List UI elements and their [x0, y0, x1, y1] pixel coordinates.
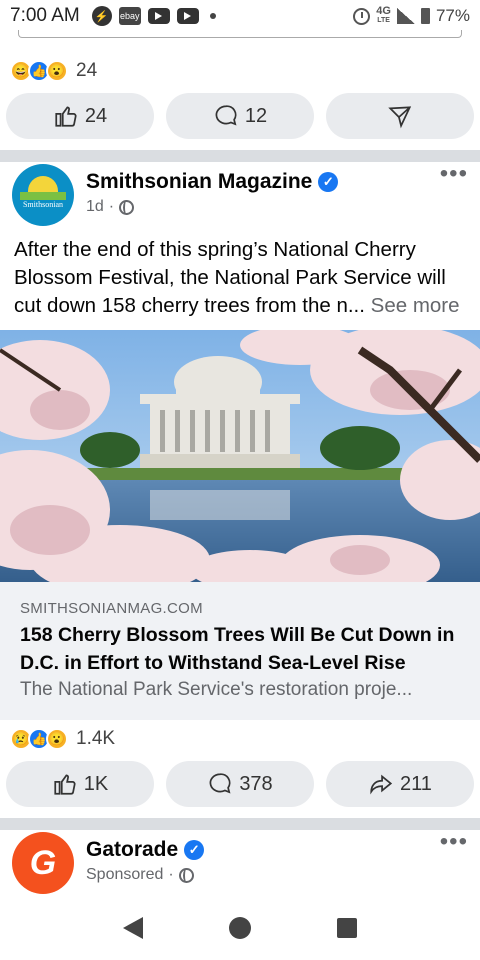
- network-sub-label: LTE: [377, 17, 390, 24]
- page-name[interactable]: Gatorade: [86, 838, 178, 862]
- youtube-icon: [147, 8, 170, 24]
- logo-ground: [20, 192, 66, 200]
- meta-separator: ·: [168, 866, 174, 883]
- reaction-summary[interactable]: 😢 👍 😮 1.4K: [10, 728, 115, 750]
- wow-reaction-icon: 😮: [46, 60, 68, 82]
- post-ellipsis: ...: [347, 294, 365, 317]
- comment-icon: [209, 773, 231, 794]
- like-button[interactable]: 24: [6, 93, 154, 139]
- more-icon[interactable]: •••: [440, 830, 468, 854]
- meta-separator: ·: [108, 198, 115, 215]
- action-row: 24 12: [6, 93, 474, 139]
- share-icon: [370, 774, 393, 795]
- messenger-icon: ⚡: [91, 6, 112, 26]
- send-icon: [388, 106, 412, 129]
- comment-count: 12: [244, 104, 268, 127]
- link-preview[interactable]: SMITHSONIANMAG.COM 158 Cherry Blossom Tr…: [0, 582, 480, 720]
- page-name[interactable]: Smithsonian Magazine: [86, 170, 312, 194]
- reaction-count: 24: [76, 60, 98, 81]
- youtube-icon: [176, 8, 199, 24]
- post-image[interactable]: [0, 330, 480, 582]
- send-button[interactable]: [326, 93, 474, 139]
- like-count: 24: [84, 104, 108, 127]
- cherry-blossom-photo: [0, 330, 480, 582]
- gatorade-logo: G: [29, 843, 57, 882]
- comment-button[interactable]: 12: [166, 93, 314, 139]
- avatar-text: Smithsonian: [22, 200, 63, 209]
- post-divider: [0, 150, 480, 162]
- signal-icon: [396, 8, 415, 24]
- link-domain: SMITHSONIANMAG.COM: [20, 600, 203, 617]
- see-more-link[interactable]: See more: [371, 294, 460, 317]
- more-notifications-icon: [209, 13, 216, 19]
- reaction-count: 1.4K: [76, 728, 116, 749]
- more-icon[interactable]: •••: [440, 162, 468, 186]
- like-button[interactable]: 1K: [6, 761, 154, 807]
- home-icon[interactable]: [229, 917, 251, 939]
- post-divider: [0, 818, 480, 830]
- like-icon: [55, 106, 77, 127]
- comment-button[interactable]: 378: [166, 761, 314, 807]
- prev-post-bottom-edge: [18, 30, 462, 38]
- link-description: The National Park Service's restoration …: [20, 679, 413, 700]
- wow-reaction-icon: 😮: [46, 728, 68, 750]
- ebay-icon: ebay: [118, 7, 141, 25]
- post-time[interactable]: 1d: [86, 198, 104, 216]
- like-count: 1K: [83, 772, 109, 795]
- comment-icon: [215, 105, 237, 126]
- smithsonian-avatar[interactable]: Smithsonian: [12, 164, 74, 226]
- back-icon[interactable]: [123, 917, 143, 939]
- reaction-summary[interactable]: 😄 👍 😮 24: [10, 60, 97, 82]
- share-count: 211: [400, 772, 432, 795]
- system-nav-bar: [0, 896, 480, 960]
- share-button[interactable]: 211: [326, 761, 474, 807]
- sponsored-label[interactable]: Sponsored: [86, 866, 163, 884]
- alarm-icon: [353, 7, 371, 25]
- verified-icon: ✓: [184, 840, 205, 860]
- battery-percent: 77%: [435, 6, 470, 25]
- sun-logo-icon: [28, 176, 58, 192]
- comment-count: 378: [239, 772, 273, 795]
- status-bar: 7:00 AM ⚡ ebay 4G LTE 77%: [0, 0, 480, 32]
- battery-icon: [420, 8, 430, 24]
- action-row: 1K 378 211: [6, 761, 474, 807]
- post-text: After the end of this spring’s National …: [14, 236, 474, 320]
- verified-icon: ✓: [318, 172, 339, 192]
- globe-icon: [178, 867, 194, 883]
- like-icon: [54, 774, 76, 795]
- post-header: Smithsonian Smithsonian Magazine ✓ 1d · …: [12, 162, 468, 226]
- status-time: 7:00 AM: [10, 5, 80, 26]
- recents-icon[interactable]: [337, 918, 357, 938]
- gatorade-avatar[interactable]: G: [12, 832, 74, 894]
- globe-icon: [119, 199, 135, 215]
- network-label: 4G: [376, 5, 391, 17]
- post-header: G Gatorade ✓ Sponsored · •••: [12, 830, 468, 894]
- link-title: 158 Cherry Blossom Trees Will Be Cut Dow…: [20, 624, 455, 674]
